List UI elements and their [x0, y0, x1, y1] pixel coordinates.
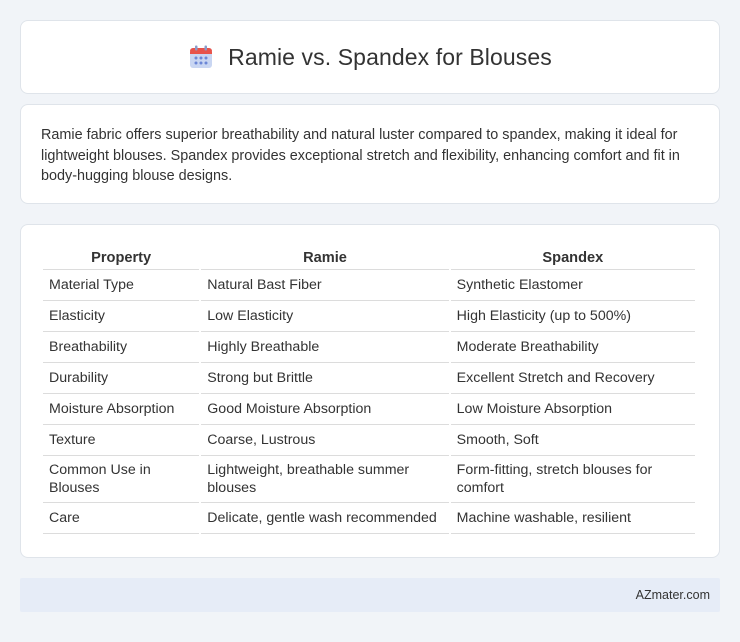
title-wrap: Ramie vs. Spandex for Blouses	[188, 44, 552, 71]
row-property: Durability	[43, 363, 200, 394]
table-row: Moisture Absorption Good Moisture Absorp…	[43, 394, 695, 425]
header-card: Ramie vs. Spandex for Blouses	[20, 20, 720, 94]
row-ramie: Highly Breathable	[201, 332, 449, 363]
row-property: Texture	[43, 425, 200, 456]
table-card: Property Ramie Spandex Material Type Nat…	[20, 224, 720, 558]
header-ramie: Ramie	[201, 247, 449, 270]
summary-text: Ramie fabric offers superior breathabili…	[41, 127, 680, 184]
row-ramie: Lightweight, breathable summer blouses	[201, 456, 449, 503]
row-ramie: Low Elasticity	[201, 301, 449, 332]
row-spandex: Synthetic Elastomer	[450, 270, 695, 301]
table-row: Elasticity Low Elasticity High Elasticit…	[43, 301, 695, 332]
row-spandex: Smooth, Soft	[450, 425, 695, 456]
table-header-row: Property Ramie Spandex	[43, 247, 695, 270]
header-property: Property	[43, 247, 200, 270]
row-ramie: Strong but Brittle	[201, 363, 449, 394]
row-property: Breathability	[43, 332, 200, 363]
header-spandex: Spandex	[450, 247, 695, 270]
row-spandex: Low Moisture Absorption	[450, 394, 695, 425]
row-property: Care	[43, 503, 200, 534]
table-row: Material Type Natural Bast Fiber Synthet…	[43, 270, 695, 301]
row-property: Common Use in Blouses	[43, 456, 200, 503]
table-row: Care Delicate, gentle wash recommended M…	[43, 503, 695, 534]
table-row: Common Use in Blouses Lightweight, breat…	[43, 456, 695, 503]
row-property: Moisture Absorption	[43, 394, 200, 425]
row-ramie: Delicate, gentle wash recommended	[201, 503, 449, 534]
table-row: Texture Coarse, Lustrous Smooth, Soft	[43, 425, 695, 456]
row-spandex: Excellent Stretch and Recovery	[450, 363, 695, 394]
row-ramie: Coarse, Lustrous	[201, 425, 449, 456]
page-title: Ramie vs. Spandex for Blouses	[228, 43, 552, 70]
footer-site-name: AZmater.com	[635, 588, 710, 602]
row-ramie: Natural Bast Fiber	[201, 270, 449, 301]
table-row: Breathability Highly Breathable Moderate…	[43, 332, 695, 363]
comparison-table: Property Ramie Spandex Material Type Nat…	[41, 247, 697, 534]
table-row: Durability Strong but Brittle Excellent …	[43, 363, 695, 394]
row-spandex: Moderate Breathability	[450, 332, 695, 363]
row-ramie: Good Moisture Absorption	[201, 394, 449, 425]
row-property: Elasticity	[43, 301, 200, 332]
row-spandex: High Elasticity (up to 500%)	[450, 301, 695, 332]
row-property: Material Type	[43, 270, 200, 301]
row-spandex: Machine washable, resilient	[450, 503, 695, 534]
footer: AZmater.com	[20, 578, 720, 612]
summary-card: Ramie fabric offers superior breathabili…	[20, 104, 720, 204]
calendar-icon	[188, 44, 214, 70]
row-spandex: Form-fitting, stretch blouses for comfor…	[450, 456, 695, 503]
